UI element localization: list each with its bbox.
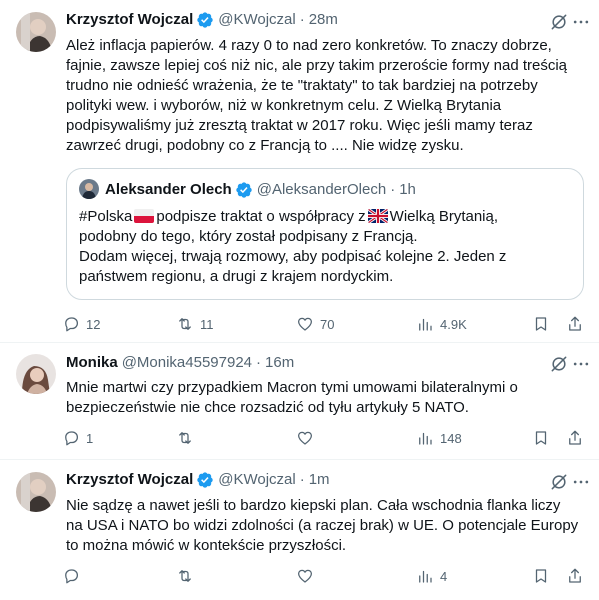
reply-icon — [65, 431, 79, 446]
quoted-author-handle[interactable]: @AleksanderOlech — [257, 180, 386, 200]
author-handle[interactable]: @KWojczal — [218, 10, 295, 30]
avatar[interactable] — [16, 354, 56, 394]
like-button[interactable] — [296, 428, 320, 448]
share-button[interactable] — [566, 428, 584, 448]
quoted-tweet[interactable]: Aleksander Olech @AleksanderOlech · 1h #… — [66, 168, 584, 300]
bookmark-button[interactable] — [532, 428, 550, 448]
views-icon — [419, 318, 432, 331]
quoted-author-name[interactable]: Aleksander Olech — [105, 180, 232, 200]
quoted-text-rest: podobny do tego, który został podpisany … — [79, 228, 507, 285]
retweet-icon — [179, 318, 191, 330]
tweet-actions: 4 — [62, 566, 586, 586]
reply-button[interactable]: 12 — [62, 314, 100, 334]
more-options-icon[interactable] — [571, 12, 591, 32]
views-icon — [419, 432, 432, 445]
separator-dot: · — [390, 181, 396, 198]
uk-flag-icon — [367, 209, 388, 223]
quoted-text: #Polska podpisze traktat o współpracy z Wi… — [79, 207, 573, 287]
author-name[interactable]: Krzysztof Wojczal — [66, 10, 193, 30]
like-button[interactable]: 70 — [296, 314, 334, 334]
quoted-timestamp[interactable]: 1h — [399, 180, 416, 200]
quoted-text-part: Wielką Brytanią, — [389, 208, 499, 225]
reply-icon — [65, 317, 79, 332]
quoted-avatar[interactable] — [79, 179, 99, 199]
reply-count: 12 — [86, 316, 101, 332]
tweet-text: Mnie martwi czy przypadkiem Macron tymi … — [66, 379, 518, 416]
quoted-header: Aleksander Olech @AleksanderOlech · 1h — [105, 180, 416, 200]
verified-badge-icon — [196, 11, 214, 29]
author-name[interactable]: Monika — [66, 353, 118, 373]
hashtag-link[interactable]: #Polska — [79, 208, 132, 225]
views-icon — [419, 570, 432, 583]
share-icon — [569, 430, 581, 445]
retweet-button[interactable] — [176, 428, 200, 448]
retweet-count: 11 — [200, 316, 214, 332]
views-button[interactable]: 148 — [416, 428, 462, 448]
separator-dot: · — [299, 471, 305, 488]
tweet-actions: 1 148 — [62, 428, 586, 448]
avatar[interactable] — [16, 12, 56, 52]
timestamp[interactable]: 1m — [309, 470, 330, 490]
author-handle[interactable]: @Monika45597924 — [122, 353, 252, 373]
like-count: 70 — [320, 316, 335, 332]
more-options-icon[interactable] — [571, 472, 591, 492]
bookmark-icon — [535, 317, 547, 331]
views-button[interactable]: 4.9K — [416, 314, 467, 334]
grok-icon[interactable] — [549, 12, 569, 32]
author-name[interactable]: Krzysztof Wojczal — [66, 470, 193, 490]
tweet-2[interactable]: Monika @Monika45597924 · 16m Mnie martwi… — [0, 343, 599, 459]
share-icon — [569, 568, 581, 583]
poland-flag-icon — [134, 209, 155, 223]
bookmark-button[interactable] — [532, 566, 550, 586]
retweet-button[interactable]: 11 — [176, 314, 214, 334]
share-button[interactable] — [566, 566, 584, 586]
share-icon — [569, 316, 581, 331]
views-count: 4.9K — [440, 316, 467, 332]
heart-icon — [297, 317, 313, 331]
timestamp[interactable]: 16m — [265, 353, 294, 373]
views-count: 148 — [440, 430, 462, 446]
reply-icon — [65, 569, 79, 584]
views-button[interactable]: 4 — [416, 566, 447, 586]
separator-dot: · — [299, 11, 305, 28]
grok-icon[interactable] — [549, 354, 569, 374]
views-count: 4 — [440, 568, 448, 584]
tweet-header: Krzysztof Wojczal @KWojczal · 28m — [66, 10, 583, 30]
heart-icon — [297, 569, 313, 583]
tweet-text: Ależ inflacja papierów. 4 razy 0 to nad … — [66, 37, 568, 154]
tweet-actions: 12 11 70 4.9K — [62, 314, 586, 334]
tweet-header: Krzysztof Wojczal @KWojczal · 1m — [66, 470, 583, 490]
reply-count: 1 — [86, 430, 94, 446]
bookmark-icon — [535, 569, 547, 583]
more-options-icon[interactable] — [571, 354, 591, 374]
bookmark-button[interactable] — [532, 314, 550, 334]
verified-badge-icon — [235, 181, 253, 199]
bookmark-icon — [535, 431, 547, 445]
timestamp[interactable]: 28m — [309, 10, 338, 30]
retweet-icon — [179, 570, 191, 582]
author-handle[interactable]: @KWojczal — [218, 470, 295, 490]
quoted-text-part: podpisze traktat o współpracy z — [156, 208, 366, 225]
verified-badge-icon — [196, 471, 214, 489]
grok-icon[interactable] — [549, 472, 569, 492]
tweet-1[interactable]: Krzysztof Wojczal @KWojczal · 28m Ależ i… — [0, 0, 599, 348]
tweet-3[interactable]: Krzysztof Wojczal @KWojczal · 1m Nie sąd… — [0, 460, 599, 600]
share-button[interactable] — [566, 314, 584, 334]
avatar[interactable] — [16, 472, 56, 512]
tweet-header: Monika @Monika45597924 · 16m — [66, 353, 583, 373]
reply-button[interactable] — [62, 566, 86, 586]
tweet-text: Nie sądzę a nawet jeśli to bardzo kiepsk… — [66, 497, 579, 554]
retweet-icon — [179, 432, 191, 444]
like-button[interactable] — [296, 566, 320, 586]
heart-icon — [297, 431, 313, 445]
separator-dot: · — [256, 354, 262, 371]
retweet-button[interactable] — [176, 566, 200, 586]
reply-button[interactable]: 1 — [62, 428, 93, 448]
